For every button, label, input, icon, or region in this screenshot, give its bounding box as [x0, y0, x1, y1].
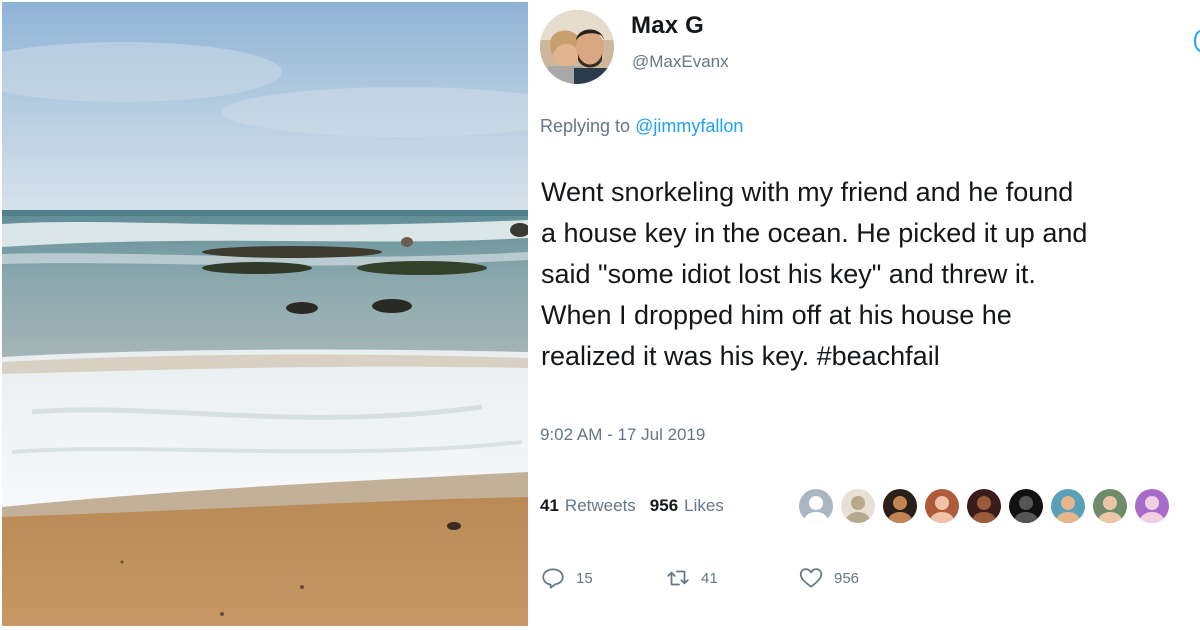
engagement-stats: 41 Retweets 956 Likes — [540, 496, 724, 516]
liker-avatar[interactable] — [1051, 489, 1085, 523]
liker-avatar[interactable] — [1009, 489, 1043, 523]
follow-button-edge[interactable] — [1194, 30, 1200, 52]
reply-count: 15 — [576, 569, 593, 587]
retweets-stat[interactable]: 41 Retweets — [540, 496, 636, 516]
liker-avatar[interactable] — [841, 489, 875, 523]
beach-photo — [2, 2, 528, 626]
reply-icon — [542, 568, 564, 589]
likes-count: 956 — [649, 496, 679, 515]
replying-to-label: Replying to — [540, 116, 631, 136]
reply-button[interactable]: 15 — [540, 565, 665, 591]
liker-8-image — [1093, 489, 1127, 523]
likes-stat[interactable]: 956 Likes — [650, 496, 724, 516]
retweet-icon — [667, 570, 689, 586]
tweet-text: Went snorkeling with my friend and he fo… — [541, 177, 1088, 371]
retweet-button[interactable]: 41 — [665, 565, 798, 591]
liker-avatar[interactable] — [1093, 489, 1127, 523]
liker-5-image — [967, 489, 1001, 523]
retweets-label: Retweets — [564, 496, 636, 515]
liker-4-image — [925, 489, 959, 523]
replying-to: Replying to @jimmyfallon — [540, 116, 743, 137]
tweet-actions: 15 41 956 — [540, 565, 859, 591]
like-count: 956 — [834, 569, 860, 587]
liker-default-image — [799, 489, 833, 523]
heart-icon — [799, 568, 823, 588]
liker-7-image — [1051, 489, 1085, 523]
beach-photo-image — [2, 2, 528, 626]
liker-avatars — [799, 489, 1169, 523]
liker-2-image — [841, 489, 875, 523]
liker-avatar[interactable] — [883, 489, 917, 523]
retweet-count: 41 — [701, 569, 718, 587]
replying-to-mention[interactable]: @jimmyfallon — [635, 116, 743, 136]
like-button[interactable]: 956 — [798, 565, 859, 591]
user-avatar[interactable] — [540, 10, 614, 84]
liker-avatar[interactable] — [925, 489, 959, 523]
avatar-image — [540, 10, 614, 84]
tweet-timestamp[interactable]: 9:02 AM - 17 Jul 2019 — [540, 425, 705, 445]
likes-label: Likes — [684, 496, 724, 515]
user-handle[interactable]: @MaxEvanx — [632, 52, 729, 72]
liker-6-image — [1009, 489, 1043, 523]
liker-3-image — [883, 489, 917, 523]
liker-avatar[interactable] — [967, 489, 1001, 523]
liker-avatar[interactable] — [1135, 489, 1169, 523]
retweets-count: 41 — [540, 496, 559, 515]
liker-9-image — [1135, 489, 1169, 523]
tweet-card: Max G @MaxEvanx Replying to @jimmyfallon… — [528, 0, 1200, 630]
display-name[interactable]: Max G — [631, 12, 704, 40]
liker-avatar[interactable] — [799, 489, 833, 523]
